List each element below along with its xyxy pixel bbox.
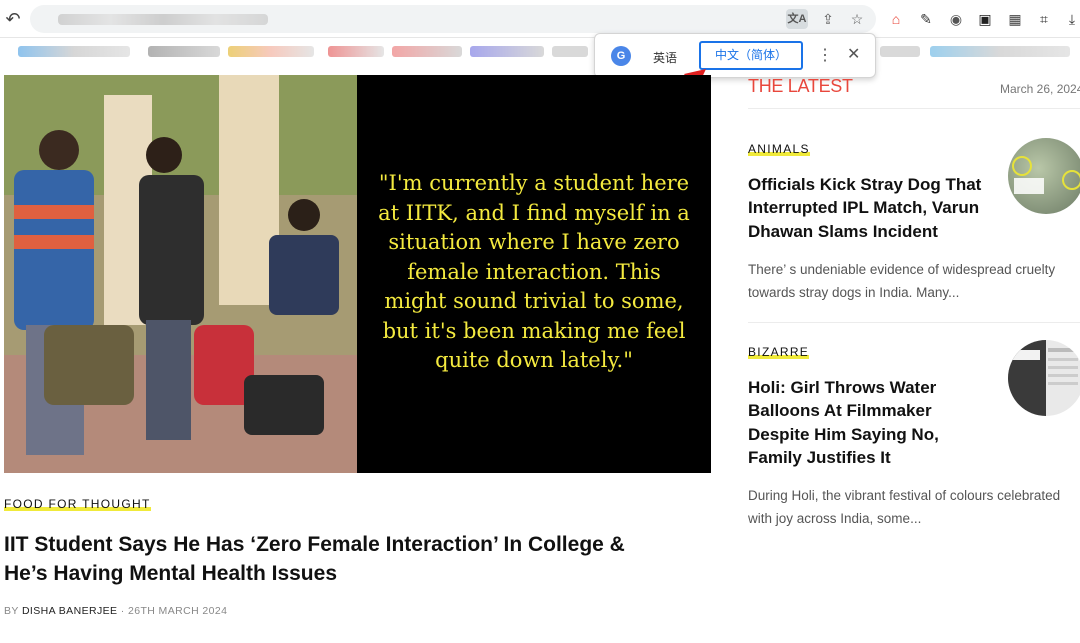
card-title[interactable]: Holi: Girl Throws Water Balloons At Film… (748, 376, 993, 469)
extension-screen-icon[interactable]: ▣ (975, 9, 995, 29)
latest-heading: THE LATEST (748, 76, 853, 96)
byline-by: BY (4, 605, 19, 617)
latest-date: March 26, 2024 (1000, 82, 1080, 96)
bookmark-item[interactable] (148, 46, 220, 57)
close-icon[interactable]: ✕ (847, 44, 860, 64)
bookmarks-bar (0, 38, 1080, 64)
card-title[interactable]: Officials Kick Stray Dog That Interrupte… (748, 173, 993, 243)
download-icon[interactable]: ⤓ (1062, 9, 1080, 29)
card-category[interactable]: BIZARRE (748, 345, 810, 359)
author-link[interactable]: DISHA BANERJEE (22, 605, 117, 617)
quote-panel: "I'm currently a student here at IITK, a… (357, 75, 711, 473)
extension-cursor-icon[interactable]: ✎ (916, 9, 936, 29)
students-photo (4, 75, 357, 473)
divider (748, 322, 1080, 323)
extension-grid-icon[interactable]: ▦ (1005, 9, 1025, 29)
card-category[interactable]: ANIMALS (748, 142, 810, 156)
bookmark-item[interactable] (228, 46, 314, 57)
bookmark-item[interactable] (328, 46, 384, 57)
extension-circle-icon[interactable]: ◉ (946, 9, 966, 29)
divider (748, 108, 1080, 109)
quote-text: "I'm currently a student here at IITK, a… (378, 171, 690, 372)
card-thumbnail[interactable] (1008, 340, 1080, 416)
card-excerpt: During Holi, the vibrant festival of col… (748, 488, 1061, 526)
browser-toolbar: ↶ 文A ⇪ ☆ ⌂ ✎ ◉ ▣ ▦ ⌗ ⤓ (0, 0, 1080, 38)
bookmark-item[interactable] (18, 46, 130, 57)
bookmark-item[interactable] (930, 46, 1070, 57)
star-icon[interactable]: ☆ (846, 9, 868, 29)
hero-image[interactable]: "I'm currently a student here at IITK, a… (4, 75, 711, 473)
extension-home-icon[interactable]: ⌂ (886, 9, 906, 29)
bookmark-item[interactable] (470, 46, 544, 57)
bookmark-item[interactable] (552, 46, 588, 57)
share-icon[interactable]: ⇪ (817, 9, 839, 29)
more-options-icon[interactable]: ⋮ (817, 45, 833, 65)
article-date: · 26TH MARCH 2024 (120, 605, 228, 617)
blurred-url (58, 14, 268, 25)
translate-icon[interactable]: 文A (786, 9, 808, 29)
crop-icon[interactable]: ⌗ (1034, 9, 1054, 29)
article-headline[interactable]: IIT Student Says He Has ‘Zero Female Int… (4, 530, 654, 588)
article-byline: BY DISHA BANERJEE · 26TH MARCH 2024 (4, 605, 227, 617)
bookmark-item[interactable] (392, 46, 462, 57)
card-thumbnail[interactable] (1008, 138, 1080, 214)
article-category[interactable]: FOOD FOR THOUGHT (4, 497, 151, 511)
back-arrow-icon[interactable]: ↶ (2, 8, 24, 30)
bookmark-item[interactable] (880, 46, 920, 57)
card-excerpt: There’ s undeniable evidence of widespre… (748, 262, 1056, 300)
address-bar[interactable]: 文A ⇪ ☆ (30, 5, 876, 33)
